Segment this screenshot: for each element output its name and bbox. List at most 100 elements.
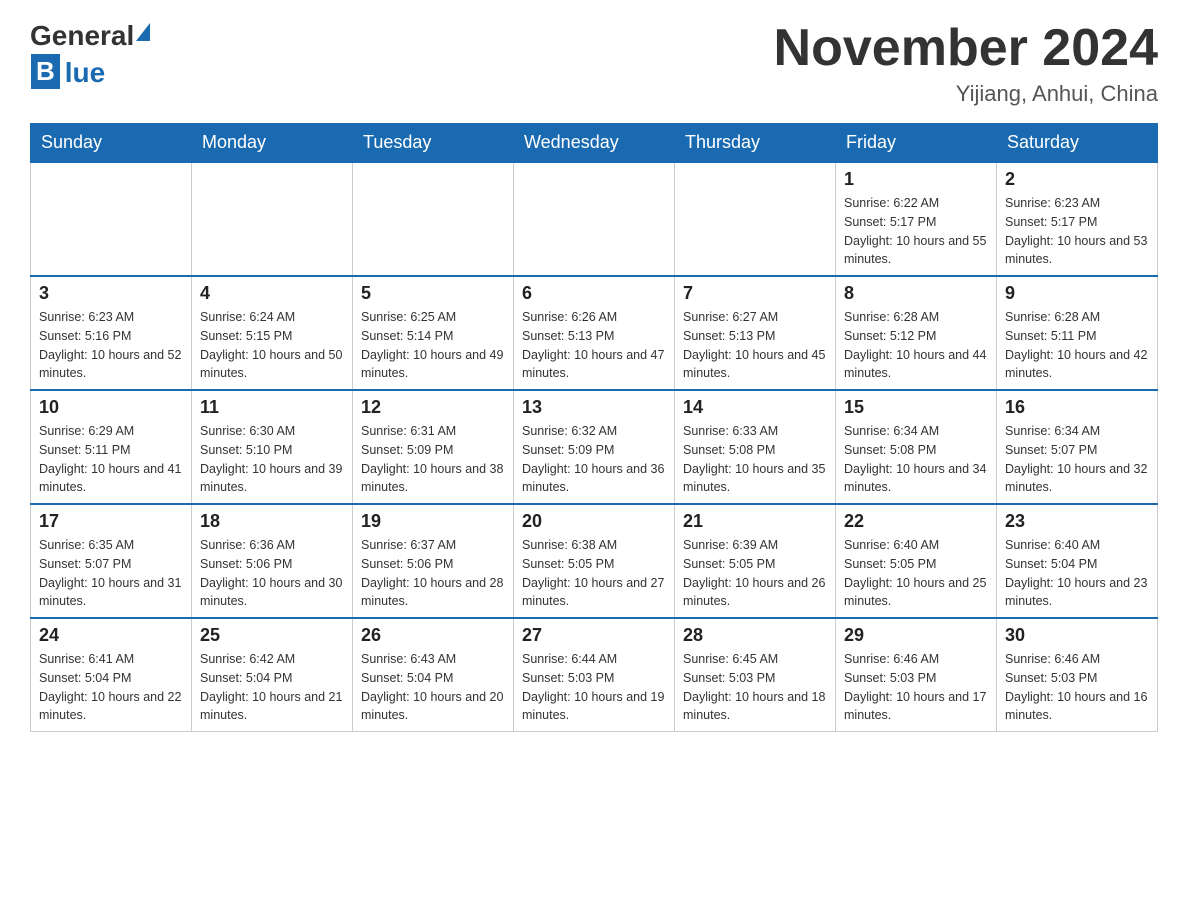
calendar-cell: 19Sunrise: 6:37 AMSunset: 5:06 PMDayligh… (353, 504, 514, 618)
day-info: Sunrise: 6:34 AMSunset: 5:08 PMDaylight:… (844, 422, 988, 497)
day-number: 5 (361, 283, 505, 304)
logo-blue-text: lue (65, 57, 105, 89)
day-number: 21 (683, 511, 827, 532)
calendar-week-row: 17Sunrise: 6:35 AMSunset: 5:07 PMDayligh… (31, 504, 1158, 618)
title-area: November 2024 Yijiang, Anhui, China (774, 20, 1158, 107)
day-number: 7 (683, 283, 827, 304)
day-info: Sunrise: 6:41 AMSunset: 5:04 PMDaylight:… (39, 650, 183, 725)
day-number: 25 (200, 625, 344, 646)
calendar-cell: 25 Sunrise: 6:42 AMSunset: 5:04 PMDayligh… (192, 618, 353, 732)
calendar-cell: 12 Sunrise: 6:31 AMSunset: 5:09 PMDayligh… (353, 390, 514, 504)
day-info: Sunrise: 6:31 AMSunset: 5:09 PMDaylight:… (361, 422, 505, 497)
calendar-cell: 23Sunrise: 6:40 AMSunset: 5:04 PMDayligh… (997, 504, 1158, 618)
calendar-cell: 16Sunrise: 6:34 AMSunset: 5:07 PMDayligh… (997, 390, 1158, 504)
day-info: Sunrise: 6:35 AMSunset: 5:07 PMDaylight:… (39, 536, 183, 611)
day-number: 28 (683, 625, 827, 646)
calendar-cell: 4Sunrise: 6:24 AMSunset: 5:15 PMDaylight… (192, 276, 353, 390)
calendar-cell: 15 Sunrise: 6:34 AMSunset: 5:08 PMDayligh… (836, 390, 997, 504)
day-info: Sunrise: 6:39 AMSunset: 5:05 PMDaylight:… (683, 536, 827, 611)
day-number: 15 (844, 397, 988, 418)
weekday-header-sunday: Sunday (31, 124, 192, 163)
logo: General B lue (30, 20, 150, 89)
day-info: Sunrise: 6:29 AMSunset: 5:11 PMDaylight:… (39, 422, 183, 497)
day-number: 6 (522, 283, 666, 304)
calendar-table: SundayMondayTuesdayWednesdayThursdayFrid… (30, 123, 1158, 732)
day-number: 24 (39, 625, 183, 646)
day-number: 16 (1005, 397, 1149, 418)
calendar-header: SundayMondayTuesdayWednesdayThursdayFrid… (31, 124, 1158, 163)
day-info: Sunrise: 6:25 AMSunset: 5:14 PMDaylight:… (361, 308, 505, 383)
calendar-cell (31, 162, 192, 276)
logo-blue-box: B (31, 54, 60, 89)
calendar-cell: 11Sunrise: 6:30 AMSunset: 5:10 PMDayligh… (192, 390, 353, 504)
calendar-cell: 6 Sunrise: 6:26 AMSunset: 5:13 PMDaylight… (514, 276, 675, 390)
day-info: Sunrise: 6:43 AMSunset: 5:04 PMDaylight:… (361, 650, 505, 725)
day-number: 9 (1005, 283, 1149, 304)
day-number: 13 (522, 397, 666, 418)
day-number: 8 (844, 283, 988, 304)
day-info: Sunrise: 6:26 AMSunset: 5:13 PMDaylight:… (522, 308, 666, 383)
calendar-week-row: 1 Sunrise: 6:22 AMSunset: 5:17 PMDaylight… (31, 162, 1158, 276)
calendar-cell: 20 Sunrise: 6:38 AMSunset: 5:05 PMDayligh… (514, 504, 675, 618)
day-info: Sunrise: 6:38 AMSunset: 5:05 PMDaylight:… (522, 536, 666, 611)
calendar-cell: 17Sunrise: 6:35 AMSunset: 5:07 PMDayligh… (31, 504, 192, 618)
day-info: Sunrise: 6:37 AMSunset: 5:06 PMDaylight:… (361, 536, 505, 611)
calendar-cell (675, 162, 836, 276)
day-number: 18 (200, 511, 344, 532)
calendar-body: 1 Sunrise: 6:22 AMSunset: 5:17 PMDaylight… (31, 162, 1158, 732)
day-info: Sunrise: 6:27 AMSunset: 5:13 PMDaylight:… (683, 308, 827, 383)
day-info: Sunrise: 6:23 AMSunset: 5:16 PMDaylight:… (39, 308, 183, 383)
weekday-header-row: SundayMondayTuesdayWednesdayThursdayFrid… (31, 124, 1158, 163)
day-info: Sunrise: 6:30 AMSunset: 5:10 PMDaylight:… (200, 422, 344, 497)
calendar-cell: 24 Sunrise: 6:41 AMSunset: 5:04 PMDayligh… (31, 618, 192, 732)
day-info: Sunrise: 6:45 AMSunset: 5:03 PMDaylight:… (683, 650, 827, 725)
calendar-cell (353, 162, 514, 276)
day-info: Sunrise: 6:42 AMSunset: 5:04 PMDaylight:… (200, 650, 344, 725)
calendar-cell: 10 Sunrise: 6:29 AMSunset: 5:11 PMDayligh… (31, 390, 192, 504)
weekday-header-monday: Monday (192, 124, 353, 163)
day-info: Sunrise: 6:28 AMSunset: 5:11 PMDaylight:… (1005, 308, 1149, 383)
day-number: 10 (39, 397, 183, 418)
day-number: 29 (844, 625, 988, 646)
day-number: 12 (361, 397, 505, 418)
calendar-week-row: 24 Sunrise: 6:41 AMSunset: 5:04 PMDayligh… (31, 618, 1158, 732)
calendar-week-row: 10 Sunrise: 6:29 AMSunset: 5:11 PMDayligh… (31, 390, 1158, 504)
calendar-cell: 8 Sunrise: 6:28 AMSunset: 5:12 PMDaylight… (836, 276, 997, 390)
day-info: Sunrise: 6:33 AMSunset: 5:08 PMDaylight:… (683, 422, 827, 497)
calendar-cell: 13Sunrise: 6:32 AMSunset: 5:09 PMDayligh… (514, 390, 675, 504)
day-number: 14 (683, 397, 827, 418)
logo-general-text: General (30, 20, 134, 52)
calendar-week-row: 3 Sunrise: 6:23 AMSunset: 5:16 PMDaylight… (31, 276, 1158, 390)
day-number: 22 (844, 511, 988, 532)
day-info: Sunrise: 6:40 AMSunset: 5:05 PMDaylight:… (844, 536, 988, 611)
day-info: Sunrise: 6:46 AMSunset: 5:03 PMDaylight:… (844, 650, 988, 725)
day-info: Sunrise: 6:44 AMSunset: 5:03 PMDaylight:… (522, 650, 666, 725)
page-header: General B lue November 2024 Yijiang, Anh… (30, 20, 1158, 107)
weekday-header-saturday: Saturday (997, 124, 1158, 163)
calendar-cell: 26Sunrise: 6:43 AMSunset: 5:04 PMDayligh… (353, 618, 514, 732)
day-info: Sunrise: 6:24 AMSunset: 5:15 PMDaylight:… (200, 308, 344, 383)
calendar-cell: 3 Sunrise: 6:23 AMSunset: 5:16 PMDaylight… (31, 276, 192, 390)
day-info: Sunrise: 6:40 AMSunset: 5:04 PMDaylight:… (1005, 536, 1149, 611)
logo-triangle-icon (136, 23, 150, 41)
day-number: 20 (522, 511, 666, 532)
calendar-cell: 1 Sunrise: 6:22 AMSunset: 5:17 PMDaylight… (836, 162, 997, 276)
calendar-cell: 9 Sunrise: 6:28 AMSunset: 5:11 PMDaylight… (997, 276, 1158, 390)
day-number: 30 (1005, 625, 1149, 646)
weekday-header-friday: Friday (836, 124, 997, 163)
weekday-header-wednesday: Wednesday (514, 124, 675, 163)
calendar-cell: 5 Sunrise: 6:25 AMSunset: 5:14 PMDaylight… (353, 276, 514, 390)
day-info: Sunrise: 6:22 AMSunset: 5:17 PMDaylight:… (844, 194, 988, 269)
day-number: 3 (39, 283, 183, 304)
weekday-header-thursday: Thursday (675, 124, 836, 163)
day-info: Sunrise: 6:36 AMSunset: 5:06 PMDaylight:… (200, 536, 344, 611)
calendar-cell (192, 162, 353, 276)
day-number: 1 (844, 169, 988, 190)
day-number: 27 (522, 625, 666, 646)
day-info: Sunrise: 6:28 AMSunset: 5:12 PMDaylight:… (844, 308, 988, 383)
calendar-subtitle: Yijiang, Anhui, China (774, 81, 1158, 107)
calendar-cell: 30Sunrise: 6:46 AMSunset: 5:03 PMDayligh… (997, 618, 1158, 732)
calendar-cell: 28 Sunrise: 6:45 AMSunset: 5:03 PMDayligh… (675, 618, 836, 732)
calendar-cell: 22 Sunrise: 6:40 AMSunset: 5:05 PMDayligh… (836, 504, 997, 618)
calendar-cell: 21 Sunrise: 6:39 AMSunset: 5:05 PMDayligh… (675, 504, 836, 618)
